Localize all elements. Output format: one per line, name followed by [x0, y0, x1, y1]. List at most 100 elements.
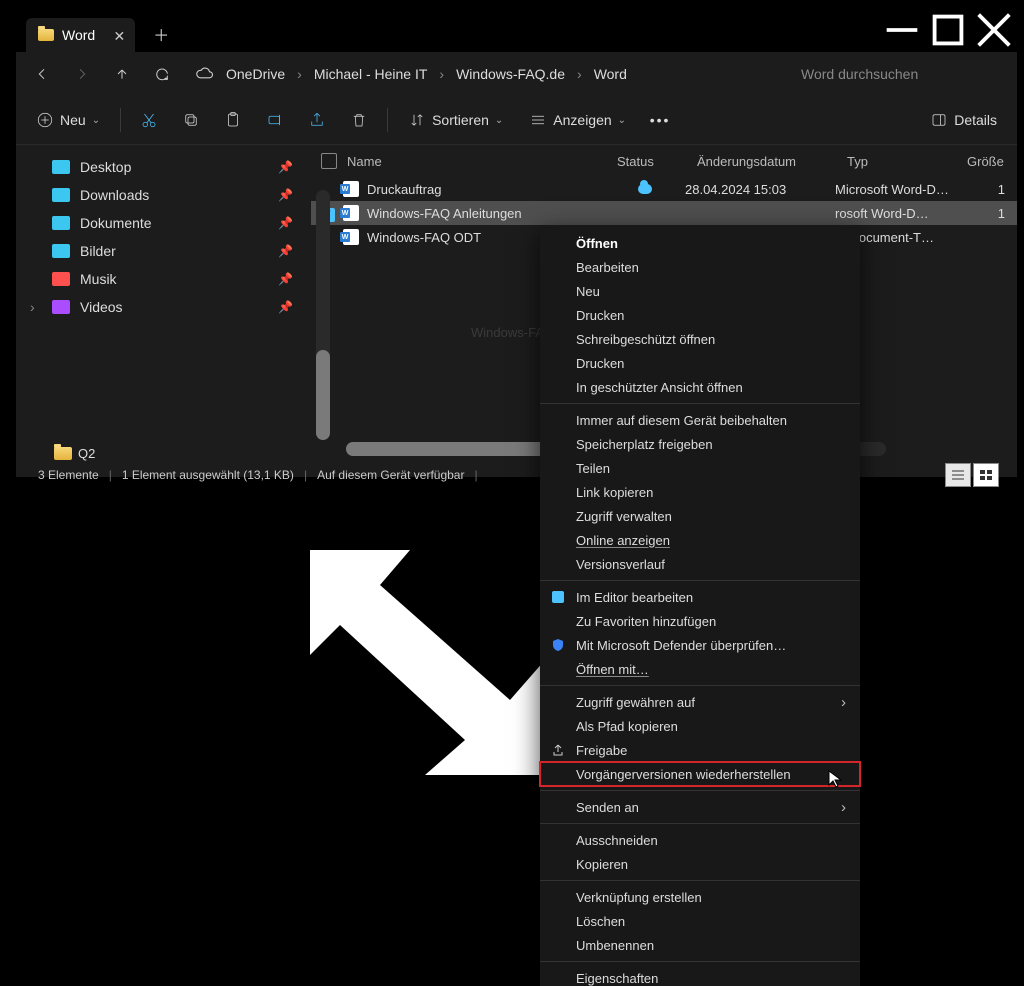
select-all-checkbox[interactable] — [321, 153, 337, 169]
context-menu-item[interactable]: Eigenschaften — [540, 966, 860, 986]
context-menu-item[interactable]: Zugriff gewähren auf — [540, 690, 860, 714]
navbar: OneDrive› Michael - Heine IT› Windows-FA… — [16, 52, 1017, 96]
context-menu-item[interactable]: Öffnen — [540, 231, 860, 255]
col-size[interactable]: Größe — [967, 154, 1017, 169]
rename-button[interactable] — [257, 103, 293, 137]
sidebar-scrollbar[interactable] — [316, 190, 330, 440]
word-file-icon — [343, 205, 359, 221]
context-menu-item[interactable]: Zugriff verwalten — [540, 504, 860, 528]
view-large-toggle[interactable] — [973, 463, 999, 487]
context-menu-item[interactable]: Speicherplatz freigeben — [540, 432, 860, 456]
delete-button[interactable] — [341, 103, 377, 137]
editor-icon — [550, 589, 566, 605]
cloud-status-icon — [638, 184, 652, 194]
new-button[interactable]: Neu ⌄ — [26, 103, 110, 137]
context-menu-item[interactable]: Drucken — [540, 303, 860, 327]
folder-below[interactable]: Q2 — [54, 446, 95, 461]
breadcrumb-item[interactable]: Word — [588, 62, 633, 86]
file-explorer-window: Word ✕ ＋ OneDrive› Michael - Heine IT› W… — [16, 10, 1017, 476]
search-input[interactable]: Word durchsuchen — [793, 62, 1009, 86]
cloud-icon — [196, 67, 214, 81]
pin-icon: 📌 — [278, 216, 293, 230]
col-type[interactable]: Typ — [847, 154, 967, 169]
forward-button[interactable] — [64, 56, 100, 92]
share-icon — [550, 742, 566, 758]
more-button[interactable]: ••• — [642, 103, 678, 137]
context-menu-item[interactable]: Freigabe — [540, 738, 860, 762]
context-menu-item[interactable]: Kopieren — [540, 852, 860, 876]
context-menu-item[interactable]: Löschen — [540, 909, 860, 933]
pin-icon: 📌 — [278, 244, 293, 258]
maximize-button[interactable] — [925, 10, 971, 50]
pin-icon: 📌 — [278, 300, 293, 314]
breadcrumb-item[interactable]: Windows-FAQ.de — [450, 62, 571, 86]
details-pane-button[interactable]: Details — [920, 103, 1007, 137]
folder-icon — [54, 447, 72, 460]
minimize-button[interactable] — [879, 10, 925, 50]
view-details-toggle[interactable] — [945, 463, 971, 487]
file-status — [605, 184, 685, 194]
file-size: 1 — [955, 182, 1005, 197]
sidebar-item-documents[interactable]: Dokumente📌 — [20, 209, 307, 237]
sidebar-item-desktop[interactable]: Desktop📌 — [20, 153, 307, 181]
refresh-button[interactable] — [144, 56, 180, 92]
breadcrumb-item[interactable]: Michael - Heine IT — [308, 62, 434, 86]
col-date[interactable]: Änderungsdatum — [697, 154, 847, 169]
copy-button[interactable] — [173, 103, 209, 137]
file-row[interactable]: Druckauftrag 28.04.2024 15:03 Microsoft … — [311, 177, 1017, 201]
column-headers[interactable]: Name Status Änderungsdatum Typ Größe — [311, 145, 1017, 177]
annotation-arrow — [290, 530, 570, 790]
window-tab[interactable]: Word ✕ — [26, 18, 135, 52]
context-menu-item[interactable]: Teilen — [540, 456, 860, 480]
context-menu-item[interactable]: Online anzeigen — [540, 528, 860, 552]
paste-button[interactable] — [215, 103, 251, 137]
sidebar-item-pictures[interactable]: Bilder📌 — [20, 237, 307, 265]
context-menu-item[interactable]: Im Editor bearbeiten — [540, 585, 860, 609]
new-tab-button[interactable]: ＋ — [153, 22, 169, 46]
titlebar: Word ✕ ＋ — [16, 10, 1017, 52]
context-menu-item[interactable]: Öffnen mit… — [540, 657, 860, 681]
share-button[interactable] — [299, 103, 335, 137]
context-menu-item[interactable]: Ausschneiden — [540, 828, 860, 852]
breadcrumb[interactable]: OneDrive› Michael - Heine IT› Windows-FA… — [196, 62, 789, 86]
word-file-icon — [343, 181, 359, 197]
context-menu-item[interactable]: Bearbeiten — [540, 255, 860, 279]
context-menu-item[interactable]: Versionsverlauf — [540, 552, 860, 576]
col-status[interactable]: Status — [617, 154, 697, 169]
status-count: 3 Elemente — [38, 468, 99, 482]
context-menu-item[interactable]: Als Pfad kopieren — [540, 714, 860, 738]
file-date: 28.04.2024 15:03 — [685, 182, 835, 197]
context-menu-item[interactable]: Drucken — [540, 351, 860, 375]
context-menu-item[interactable]: Umbenennen — [540, 933, 860, 957]
sidebar-item-music[interactable]: Musik📌 — [20, 265, 307, 293]
shield-icon — [550, 637, 566, 653]
context-menu-item[interactable]: Immer auf diesem Gerät beibehalten — [540, 408, 860, 432]
statusbar: 3 Elemente | 1 Element ausgewählt (13,1 … — [38, 462, 1007, 488]
up-button[interactable] — [104, 56, 140, 92]
context-menu-item[interactable]: Verknüpfung erstellen — [540, 885, 860, 909]
word-file-icon — [343, 229, 359, 245]
file-row[interactable]: ✓ Windows-FAQ Anleitungen rosoft Word-D…… — [311, 201, 1017, 225]
sidebar-item-videos[interactable]: ›Videos📌 — [20, 293, 307, 321]
context-menu-item[interactable]: Senden an — [540, 795, 860, 819]
context-menu-item[interactable]: Zu Favoriten hinzufügen — [540, 609, 860, 633]
context-menu-item[interactable]: Vorgängerversionen wiederherstellen — [540, 762, 860, 786]
view-button[interactable]: Anzeigen ⌄ — [519, 103, 636, 137]
cut-button[interactable] — [131, 103, 167, 137]
breadcrumb-item[interactable]: OneDrive — [220, 62, 291, 86]
back-button[interactable] — [24, 56, 60, 92]
context-menu-item[interactable]: Neu — [540, 279, 860, 303]
context-menu-item[interactable]: Schreibgeschützt öffnen — [540, 327, 860, 351]
context-menu: ÖffnenBearbeitenNeuDruckenSchreibgeschüt… — [540, 225, 860, 986]
file-type: Microsoft Word-D… — [835, 182, 955, 197]
view-icon — [529, 111, 547, 129]
file-name: Druckauftrag — [359, 182, 605, 197]
tab-close-icon[interactable]: ✕ — [113, 28, 125, 45]
sort-button[interactable]: Sortieren ⌄ — [398, 103, 513, 137]
context-menu-item[interactable]: Link kopieren — [540, 480, 860, 504]
close-window-button[interactable] — [971, 10, 1017, 50]
col-name[interactable]: Name — [347, 154, 617, 169]
sidebar-item-downloads[interactable]: Downloads📌 — [20, 181, 307, 209]
context-menu-item[interactable]: Mit Microsoft Defender überprüfen… — [540, 633, 860, 657]
context-menu-item[interactable]: In geschützter Ansicht öffnen — [540, 375, 860, 399]
